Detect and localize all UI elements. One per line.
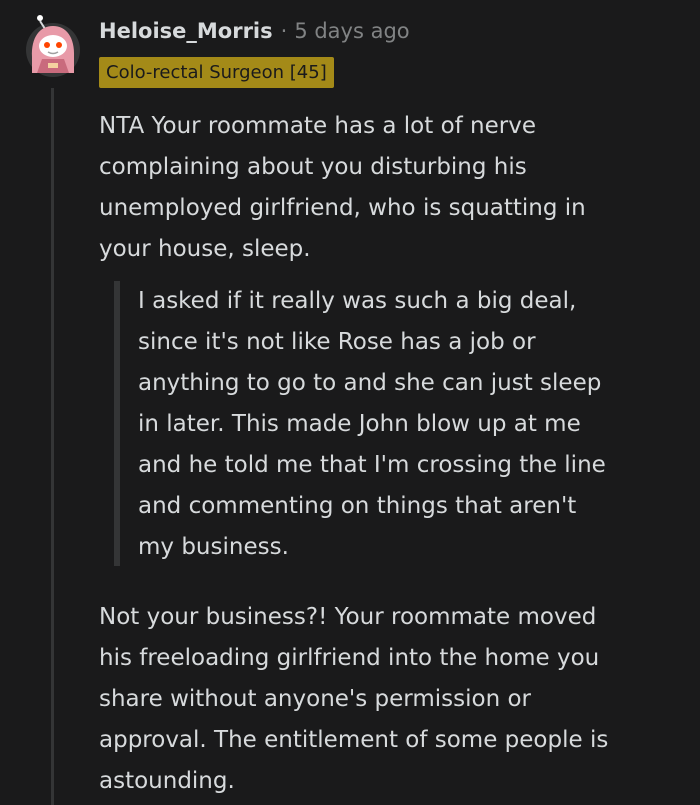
comment-paragraph-1: NTA Your roommate has a lot of nerve com… (99, 113, 586, 262)
blockquote-text: I asked if it really was such a big deal… (138, 288, 606, 560)
comment-thread-line[interactable] (51, 88, 54, 805)
comment-blockquote: I asked if it really was such a big deal… (114, 281, 674, 566)
snoo-pink-hood-avatar-icon (26, 15, 80, 77)
comment-meta: Heloise_Morris · 5 days ago (99, 16, 410, 46)
comment-timestamp[interactable]: 5 days ago (294, 16, 409, 46)
comment-paragraph-2: Not your business?! Your roommate moved … (99, 604, 609, 794)
user-avatar[interactable] (26, 13, 80, 77)
user-flair: Colo-rectal Surgeon [45] (99, 57, 334, 88)
meta-separator: · (280, 19, 288, 43)
username-link[interactable]: Heloise_Morris (99, 16, 273, 46)
